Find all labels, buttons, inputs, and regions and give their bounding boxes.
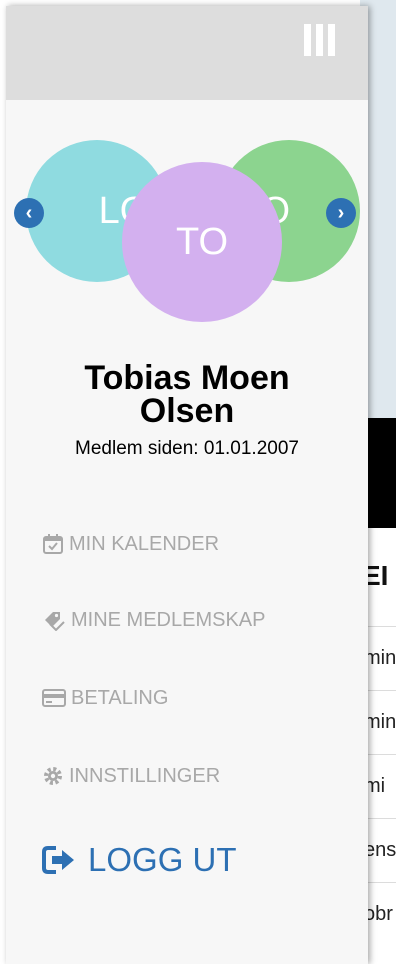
logout-label: LOGG UT xyxy=(88,841,237,878)
nav-item-label: MIN KALENDER xyxy=(69,532,220,555)
tags-icon xyxy=(45,612,65,631)
nav-item-kalender[interactable]: MIN KALENDER xyxy=(42,528,219,560)
member-since: Medlem siden: 01.01.2007 xyxy=(6,438,368,460)
menu-toggle-icon[interactable] xyxy=(304,24,338,56)
profile-name-line: Olsen xyxy=(139,392,235,430)
background-row-text: ens xyxy=(364,839,396,861)
nav-item-betaling[interactable]: BETALING xyxy=(42,682,168,714)
member-since-label: Medlem siden: xyxy=(75,438,199,459)
logout-button[interactable]: LOGG UT xyxy=(42,838,237,882)
nav-item-label: BETALING xyxy=(71,686,169,709)
drawer-header xyxy=(6,6,368,100)
profile-name: Tobias Moen Olsen xyxy=(6,359,368,430)
nav-item-innstillinger[interactable]: INNSTILLINGER xyxy=(42,760,220,792)
credit-card-icon xyxy=(42,689,66,707)
nav-item-label: INNSTILLINGER xyxy=(69,764,221,787)
avatar-current[interactable]: TO xyxy=(122,162,282,322)
chevron-right-icon[interactable]: › xyxy=(326,198,356,228)
sign-out-icon xyxy=(42,846,74,874)
chevron-left-icon[interactable]: ‹ xyxy=(14,198,44,228)
calendar-check-icon xyxy=(43,534,63,554)
background-row-text: obr xyxy=(364,903,393,925)
avatar-initials: TO xyxy=(175,220,229,263)
nav-item-medlemskap[interactable]: MINE MEDLEMSKAP xyxy=(42,604,265,636)
background-row-text: min xyxy=(364,711,396,733)
gear-icon xyxy=(44,767,62,785)
side-drawer: LO TO TO ‹ › Tobias Moen Olsen Medlem si… xyxy=(6,6,368,964)
profile-name-line: Tobias Moen xyxy=(84,359,290,397)
nav-item-label: MINE MEDLEMSKAP xyxy=(71,608,266,631)
background-row-text: min xyxy=(364,647,396,669)
member-since-date: 01.01.2007 xyxy=(203,438,299,459)
